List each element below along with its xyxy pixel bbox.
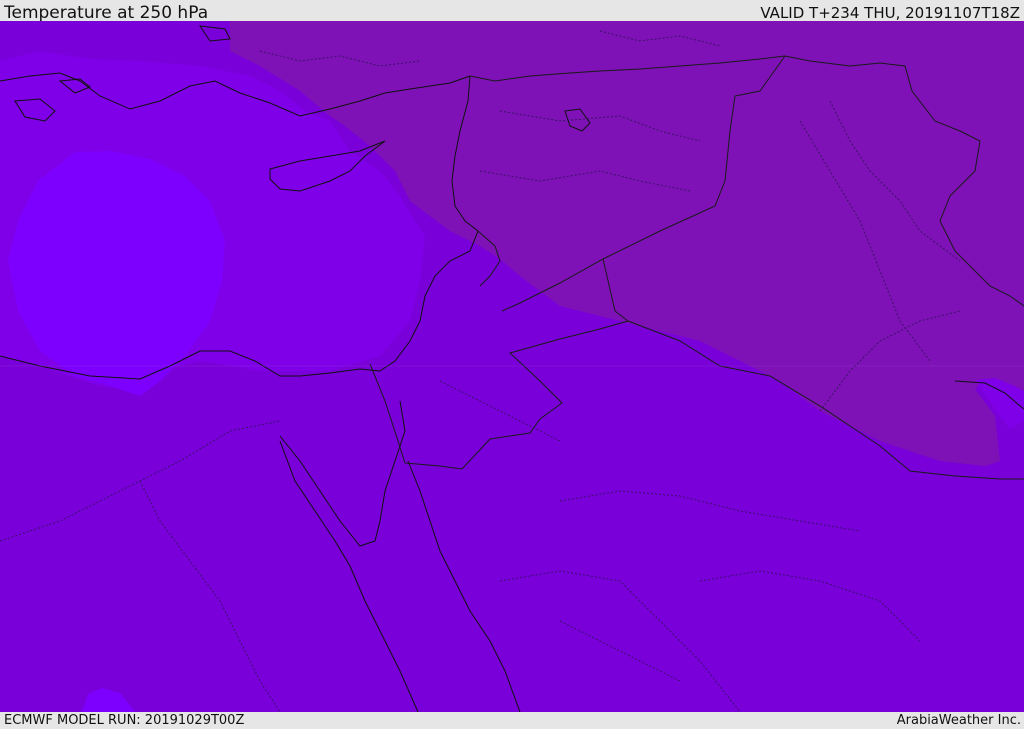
credit-label: ArabiaWeather Inc. xyxy=(896,713,1021,728)
map-canvas[interactable] xyxy=(0,21,1024,712)
map-title: Temperature at 250 hPa xyxy=(4,3,209,23)
footer-bar: ECMWF MODEL RUN: 20191029T00Z ArabiaWeat… xyxy=(0,712,1024,729)
model-run-label: ECMWF MODEL RUN: 20191029T00Z xyxy=(4,713,245,728)
header-bar: Temperature at 250 hPa VALID T+234 THU, … xyxy=(0,0,1024,23)
temperature-map xyxy=(0,21,1024,712)
